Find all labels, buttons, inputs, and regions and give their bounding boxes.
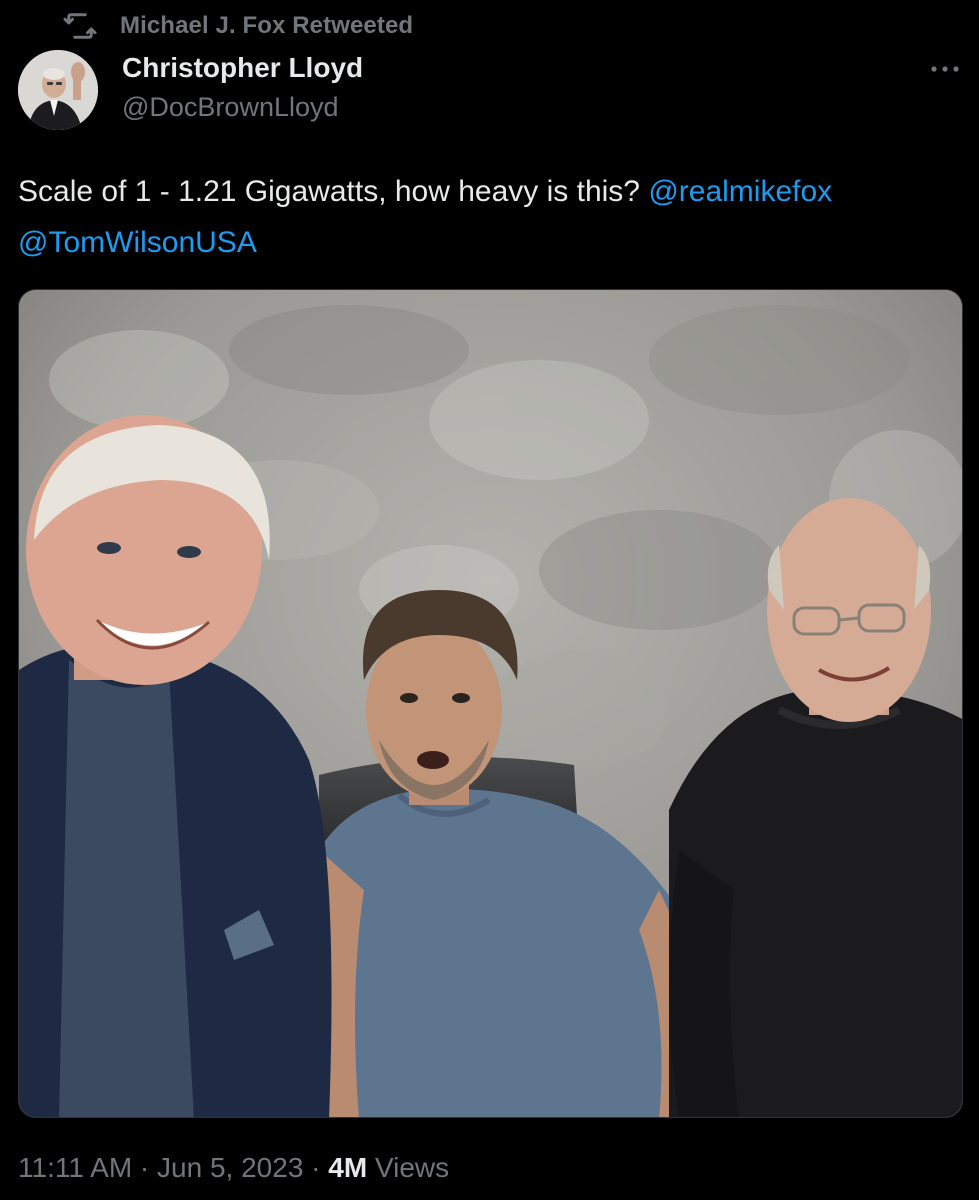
avatar[interactable] [18,50,98,130]
views-count[interactable]: 4M [328,1152,367,1183]
meta-separator: · [303,1152,329,1183]
photo-three-men [19,290,962,1117]
retweet-context: Michael J. Fox Retweeted [62,8,413,44]
tweet-time[interactable]: 11:11 AM [18,1152,132,1183]
more-horizontal-icon [930,61,960,79]
tweet-meta: 11:11 AM · Jun 5, 2023 · 4M Views [18,1152,449,1184]
retweet-icon [62,8,98,44]
tweet-date[interactable]: Jun 5, 2023 [157,1152,303,1183]
meta-separator: · [132,1152,158,1183]
author-name[interactable]: Christopher Lloyd [122,52,363,84]
mention-realmikefox[interactable]: @realmikefox [648,175,832,208]
tweet-text: Scale of 1 - 1.21 Gigawatts, how heavy i… [18,166,958,268]
tweet-body-text: Scale of 1 - 1.21 Gigawatts, how heavy i… [18,175,649,208]
retweet-label[interactable]: Michael J. Fox Retweeted [120,12,413,40]
views-label[interactable]: Views [367,1152,449,1183]
more-options-button[interactable] [920,52,970,88]
mention-tomwilsonusa[interactable]: @TomWilsonUSA [18,226,257,259]
author-handle[interactable]: @DocBrownLloyd [122,92,339,123]
tweet-photo[interactable] [18,289,963,1118]
